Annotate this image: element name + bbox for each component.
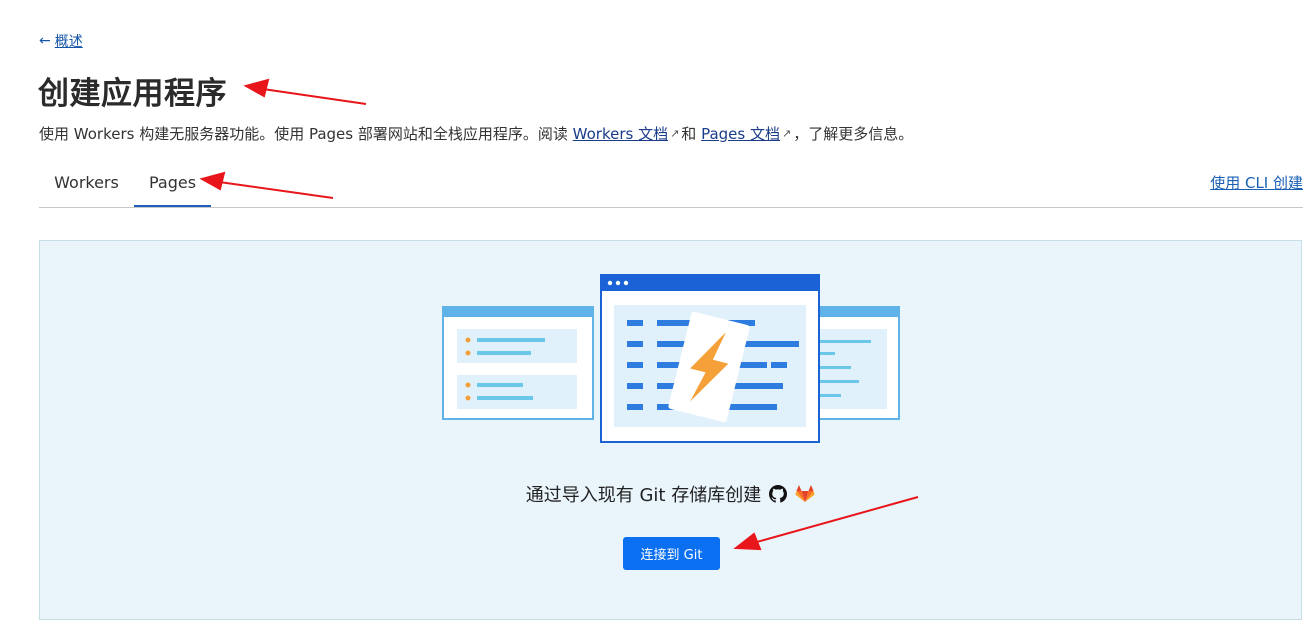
workers-docs-link[interactable]: Workers 文档	[573, 125, 668, 143]
pages-docs-link[interactable]: Pages 文档	[701, 125, 780, 143]
tab-bar: Workers Pages 使用 CLI 创建	[39, 162, 1303, 208]
tab-pages[interactable]: Pages	[134, 162, 211, 207]
annotation-arrowhead	[243, 78, 270, 98]
create-with-cli-link[interactable]: 使用 CLI 创建	[1210, 172, 1303, 193]
git-import-row: 通过导入现有 Git 存储库创建	[40, 481, 1301, 507]
github-icon	[769, 485, 788, 503]
tab-workers[interactable]: Workers	[39, 162, 134, 206]
external-link-icon: ↗	[781, 127, 792, 140]
arrow-left-icon: ←	[39, 33, 51, 49]
pages-illustration	[442, 274, 900, 443]
back-link-label: 概述	[54, 34, 83, 50]
external-link-icon: ↗	[670, 127, 680, 140]
git-import-text: 通过导入现有 Git 存储库创建	[525, 485, 762, 506]
back-link[interactable]: ← 概述	[39, 31, 83, 51]
description-text: 使用 Workers 构建无服务器功能。使用 Pages 部署网站和全栈应用程序…	[39, 125, 573, 143]
gitlab-icon	[795, 485, 815, 503]
description-text: ，了解更多信息。	[793, 125, 914, 143]
pages-panel: 通过导入现有 Git 存储库创建 连接到 Git	[39, 240, 1302, 620]
annotation-arrow	[255, 87, 367, 105]
description-text: 和	[681, 125, 702, 143]
page-title: 创建应用程序	[38, 76, 227, 112]
page-description: 使用 Workers 构建无服务器功能。使用 Pages 部署网站和全栈应用程序…	[39, 123, 913, 144]
connect-to-git-button[interactable]: 连接到 Git	[623, 537, 720, 570]
